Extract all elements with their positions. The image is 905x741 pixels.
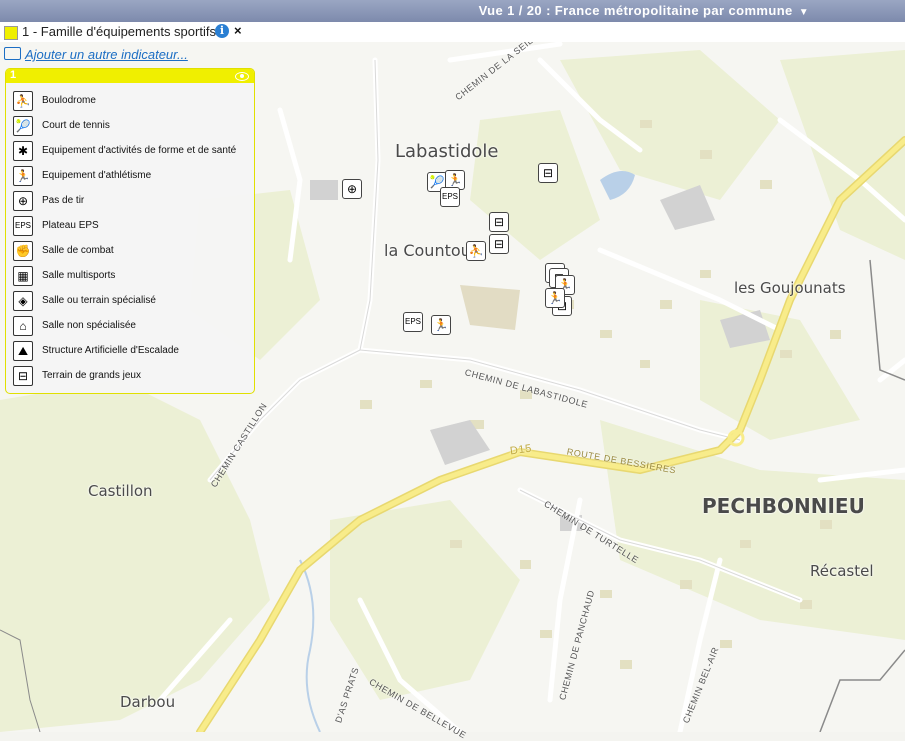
legend-item-label: Structure Artificielle d'Escalade: [42, 345, 179, 356]
legend-item-label: Boulodrome: [42, 95, 96, 106]
legend-item-label: Pas de tir: [42, 195, 85, 206]
athletics-icon: 🏃: [13, 166, 33, 186]
poi-eps-marker[interactable]: EPS: [440, 187, 460, 207]
place-darbou: Darbou: [120, 693, 176, 711]
place-recastel: Récastel: [810, 562, 874, 580]
legend-item-label: Terrain de grands jeux: [42, 370, 141, 381]
tennis-icon: 🎾: [13, 116, 33, 136]
close-icon[interactable]: ×: [234, 23, 242, 38]
legend-number: 1: [10, 69, 17, 81]
boulodrome-icon: ⛹: [13, 91, 33, 111]
fitness-icon: ✱: [13, 141, 33, 161]
legend-header: 1: [6, 69, 254, 83]
add-indicator-label: Ajouter un autre indicateur...: [25, 47, 188, 62]
legend-item-label: Court de tennis: [42, 120, 110, 131]
place-pechbonnieu: PECHBONNIEU: [702, 494, 865, 518]
place-la-countou: la Countou: [384, 241, 471, 260]
poi-athletics-marker[interactable]: 🏃: [431, 315, 451, 335]
chevron-down-icon[interactable]: ▼: [799, 7, 809, 18]
view-selector[interactable]: Vue 1 / 20 : France métropolitaine par c…: [479, 3, 809, 18]
legend-item-label: Equipement d'activités de forme et de sa…: [42, 145, 237, 156]
legend-item-label: Salle multisports: [42, 270, 116, 281]
hall-icon: ⌂: [13, 316, 33, 336]
place-les-goujounats: les Goujounats: [734, 279, 846, 297]
poi-athletics-marker[interactable]: 🏃: [545, 288, 565, 308]
info-icon[interactable]: i: [215, 24, 229, 38]
place-labastidole: Labastidole: [395, 141, 499, 162]
shooting-icon: ⊕: [13, 191, 33, 211]
poi-eps-marker[interactable]: EPS: [403, 312, 423, 332]
legend-panel: 1 ⛹ Boulodrome 🎾 Court de tennis ✱ Equipeme…: [5, 68, 255, 394]
poi-field-marker[interactable]: ⊟: [489, 212, 509, 232]
view-label: Vue 1 / 20 : France métropolitaine par c…: [478, 3, 793, 18]
legend-item-label: Plateau EPS: [42, 220, 99, 231]
place-castillon: Castillon: [88, 482, 153, 500]
multisport-icon: ▦: [13, 266, 33, 286]
combat-icon: ✊: [13, 241, 33, 261]
legend-item-label: Salle non spécialisée: [42, 320, 136, 331]
top-bar: Vue 1 / 20 : France métropolitaine par c…: [0, 0, 905, 22]
poi-field-marker[interactable]: ⊟: [489, 234, 509, 254]
indicator-label: 1 - Famille d'équipements sportifs: [22, 24, 216, 39]
legend-item-label: Salle ou terrain spécialisé: [42, 295, 156, 306]
poi-field-marker[interactable]: ⊟: [538, 163, 558, 183]
specialized-hall-icon: ◈: [13, 291, 33, 311]
eps-icon: EPS: [13, 216, 33, 236]
add-indicator-link[interactable]: Ajouter un autre indicateur...: [4, 47, 188, 62]
folder-icon: [4, 47, 21, 60]
legend-item-label: Salle de combat: [42, 245, 114, 256]
playing-field-icon: ⊟: [13, 366, 33, 386]
indicator-color-swatch: [4, 26, 18, 40]
climbing-icon: ⛰: [13, 341, 33, 361]
eye-icon[interactable]: [235, 72, 249, 81]
poi-boules-marker[interactable]: ⛹: [466, 241, 486, 261]
poi-target-marker[interactable]: ⊕: [342, 179, 362, 199]
legend-item-label: Equipement d'athlétisme: [42, 170, 152, 181]
